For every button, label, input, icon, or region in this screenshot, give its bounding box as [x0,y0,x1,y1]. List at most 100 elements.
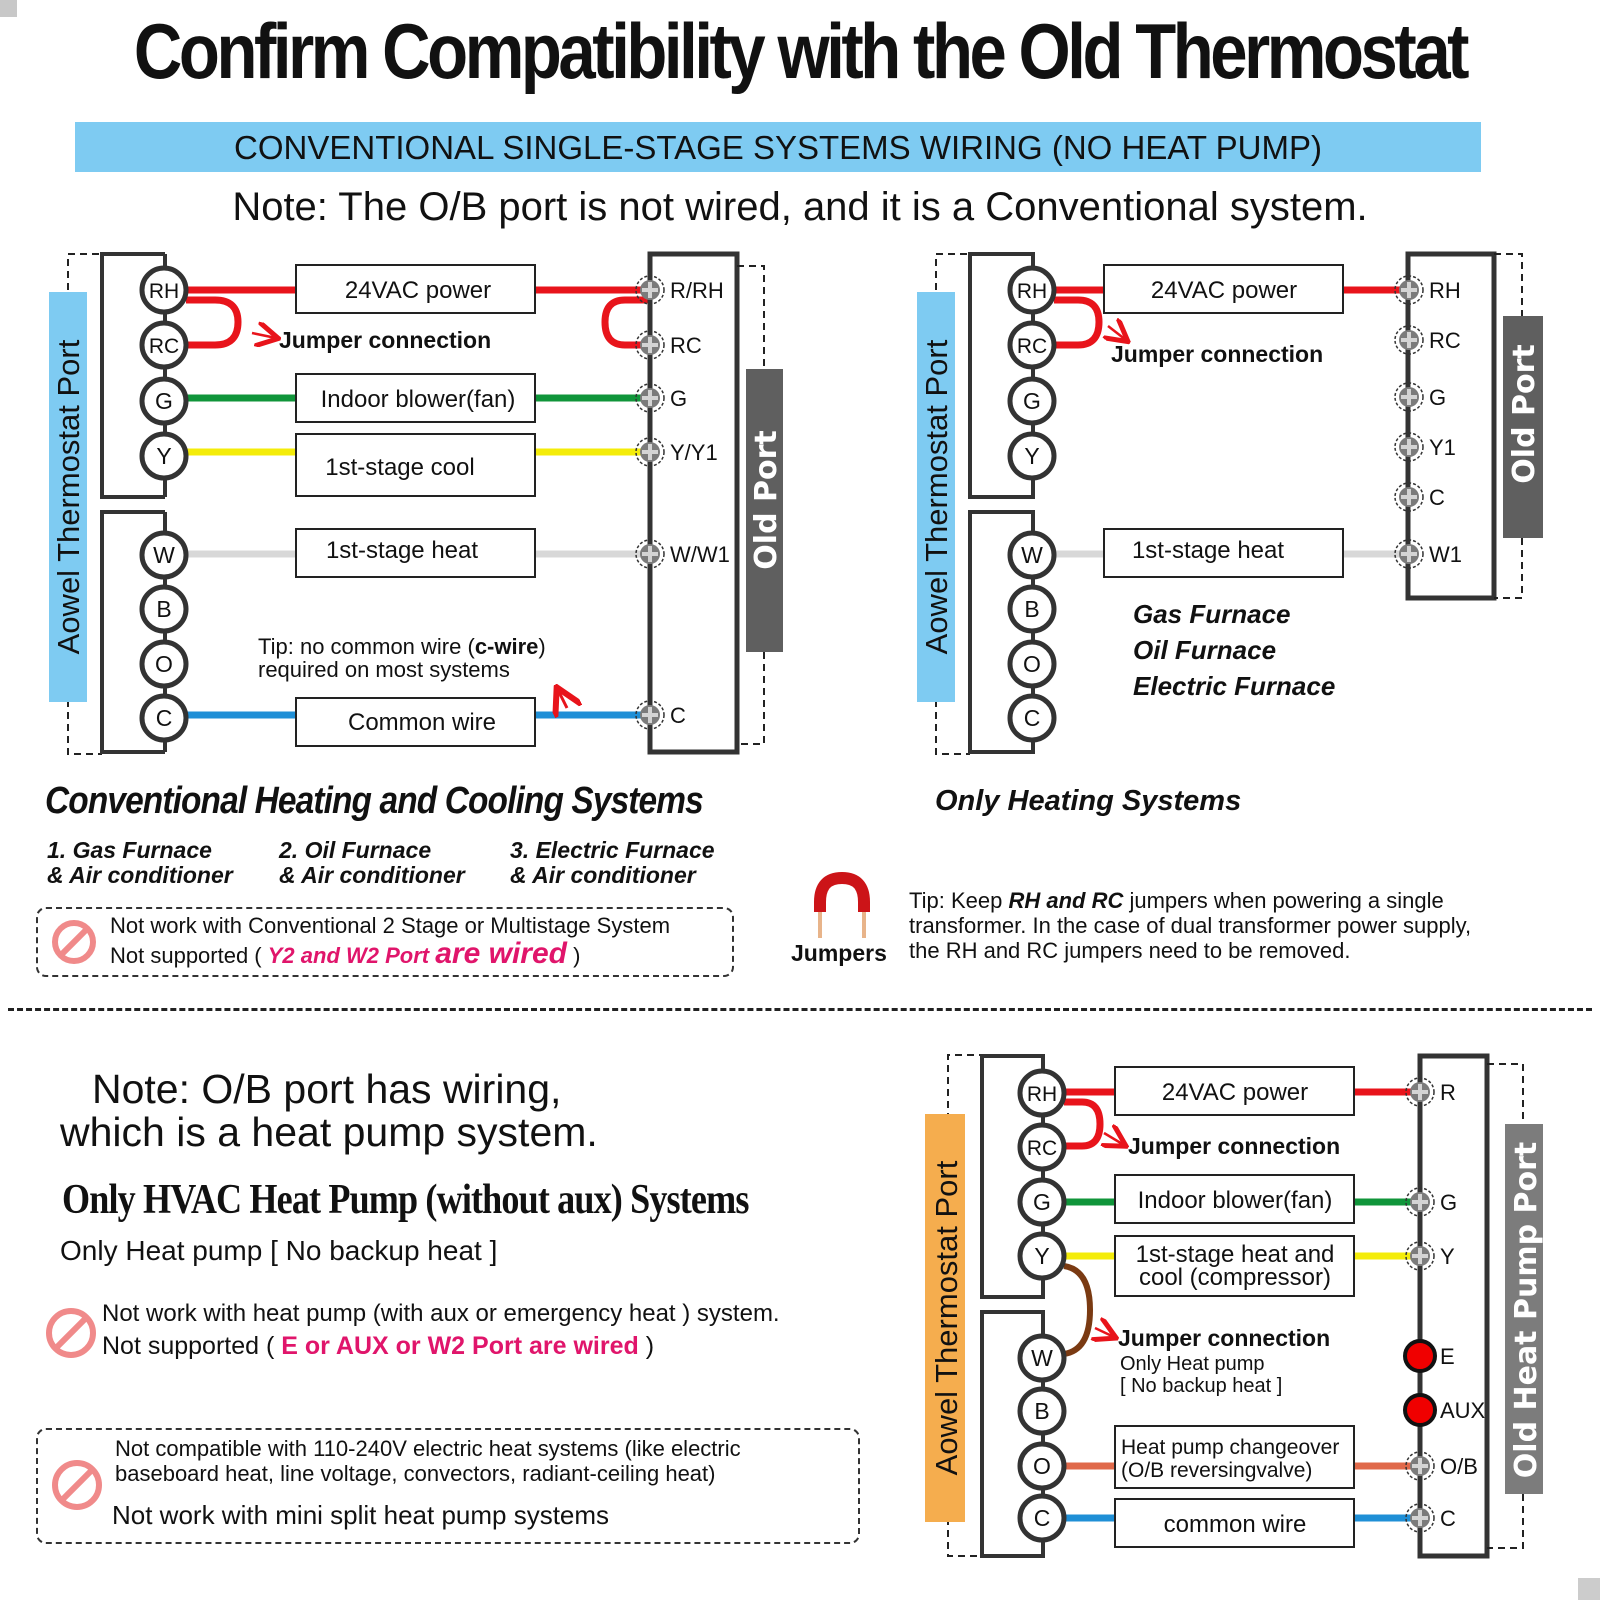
terminal-rh: RH [1007,265,1057,315]
terminal-label: B [1024,596,1039,622]
old-terminal-label: RH [1429,278,1461,303]
old-terminal-aux: AUX [1403,1393,1486,1427]
terminal-rc: RC [1017,1122,1067,1172]
terminal-label: RH [1017,280,1047,303]
terminal-rc: RC [1007,320,1057,370]
terminal-o: O [1017,1441,1067,1491]
old-port-label: Old Port [1507,344,1542,483]
jumper-label: Jumper connection [1111,341,1323,367]
terminal-label: C [1034,1505,1051,1531]
old-terminal-label: R/RH [670,278,724,303]
thermostat-port-label: Aowel Thermostat Port [929,1160,964,1475]
terminal-y: Y [1017,1231,1067,1281]
old-terminal-label: G [1429,385,1446,410]
cwire-tip-line2: required on most systems [258,657,510,682]
jumper-wire [1064,1098,1104,1150]
dashed-frame [67,253,102,290]
terminal-label: Y [1024,443,1039,469]
terminal-label: W [1031,1345,1053,1371]
terminal-label: G [155,388,173,414]
screw-icon [1405,1451,1435,1481]
box-changeover-label2: (O/B reversingvalve) [1121,1459,1312,1482]
old-terminal-r-rh: R/RH [635,275,724,305]
screw-icon [1394,275,1424,305]
furnace-item: Electric Furnace [1133,671,1336,701]
old-terminal-label: C [1429,485,1445,510]
terminal-label: O [155,651,173,677]
terminal-o: O [139,639,189,689]
furnace-item: Oil Furnace [1133,635,1277,665]
terminal-label: O [1023,651,1041,677]
screw-icon [635,383,665,413]
terminal-label: RC [149,335,179,358]
jumpers-tip-line1: Tip: Keep RH and RC jumpers when powerin… [909,888,1444,913]
jumper-label: Jumper connection [1128,1133,1340,1159]
old-terminal-label: Y1 [1429,435,1456,460]
terminal-label: G [1033,1189,1051,1215]
jumper-wire [1054,296,1103,349]
old-terminal-r: R [1405,1077,1456,1107]
voltage-warning-line3: Not work with mini split heat pump syste… [112,1500,610,1530]
old-terminal-y-y1: Y/Y1 [635,437,718,467]
heat-pump-diagram: Aowel Thermostat Port RHRCGYWBOC 24VAC p… [925,1053,1544,1559]
system-item: 2. Oil Furnace & Air conditioner [279,838,465,888]
jumper-icon [814,871,870,938]
screw-icon [1405,1503,1435,1533]
jumpers-tip-line3: the RH and RC jumpers need to be removed… [909,938,1351,963]
aux-warning-line2: Not supported ( E or AUX or W2 Port are … [102,1332,655,1360]
old-port-panel [647,251,740,755]
terminal-c: C [1017,1493,1067,1543]
terminal-b: B [139,584,189,634]
old-terminal-o-b: O/B [1405,1451,1478,1481]
jumpers-label: Jumpers [791,940,887,966]
box-cool-label: 1st-stage cool [325,454,474,481]
terminal-g: G [1007,376,1057,426]
box-power-label: 24VAC power [345,277,491,304]
voltage-warning-text: Not compatible with 110-240V electric he… [115,1436,741,1486]
jumpers-tip: Tip: Keep RH and RC jumpers when powerin… [909,888,1471,963]
voltage-warning-line2: baseboard heat, line voltage, convectors… [115,1461,716,1486]
heat-pump-subtitle: Only Heat pump [ No backup heat ] [60,1235,498,1266]
aux-warning: Not work with heat pump (with aux or eme… [42,1300,862,1364]
aux-warning-line1: Not work with heat pump (with aux or eme… [102,1300,780,1327]
terminal-o: O [1007,639,1057,689]
old-terminal-w1: W1 [1394,539,1462,569]
terminal-w: W [139,530,189,580]
old-terminal-rc: RC [1394,325,1461,355]
terminal-y: Y [1007,431,1057,481]
wired-terminal-icon [1403,1339,1437,1373]
old-terminal-c: C [1394,482,1445,512]
heat-pump-note-line2: which is a heat pump system. [60,1109,598,1155]
terminal-label: W [153,542,175,568]
old-terminal-w-w1: W/W1 [635,539,730,569]
old-terminal-label: Y [1440,1244,1455,1269]
old-terminal-label: C [670,703,686,728]
thermostat-port-label: Aowel Thermostat Port [51,339,86,654]
terminal-label: Y [156,443,171,469]
system-item-line2: & Air conditioner [47,862,233,888]
old-terminal-label: E [1440,1344,1455,1369]
jumpers-tip-line2: transformer. In the case of dual transfo… [909,913,1472,938]
terminal-c: C [139,693,189,743]
old-terminal-label: G [670,386,687,411]
conventional-diagram: Aowel Thermostat Port RH RC G Y W B O C 24VAC p… [49,251,784,755]
screw-icon [1405,1187,1435,1217]
thermostat-port-label: Aowel Thermostat Port [919,339,954,654]
jumper-note-line2: [ No backup heat ] [1120,1375,1282,1397]
old-terminal-label: W1 [1429,542,1462,567]
terminal-b: B [1007,584,1057,634]
terminal-label: RH [1027,1083,1057,1106]
voltage-warning: Not compatible with 110-240V electric he… [36,1428,860,1544]
terminal-label: Y [1034,1243,1049,1269]
screw-icon [1394,432,1424,462]
system-item-line2: & Air conditioner [279,862,465,888]
box-power-label: 24VAC power [1162,1079,1308,1106]
box-changeover-label1: Heat pump changeover [1121,1436,1339,1459]
terminal-rh: RH [1017,1068,1067,1118]
section-divider [8,1008,1592,1011]
system-item: 3. Electric Furnace & Air conditioner [510,838,715,888]
warning-line2: Not supported ( Y2 and W2 Port are wired… [110,937,581,970]
screw-icon [635,330,665,360]
jumper-label: Jumper connection [279,327,491,353]
old-terminal-label: RC [1429,328,1461,353]
